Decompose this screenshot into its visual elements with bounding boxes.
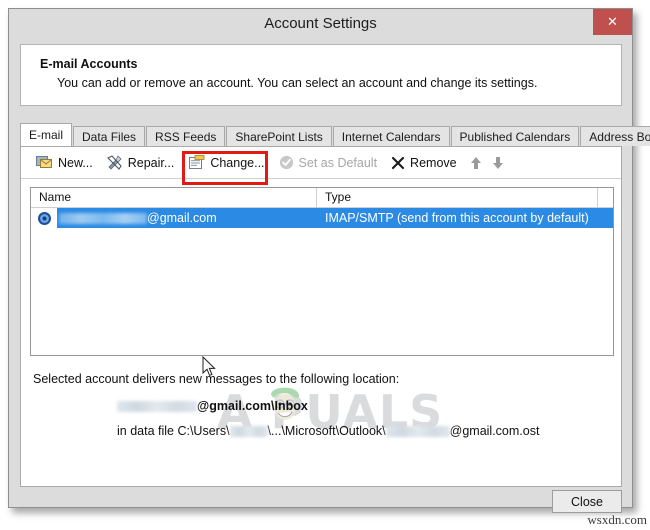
tab-data-files[interactable]: Data Files	[73, 126, 146, 146]
details-location-suffix: @gmail.com\Inbox	[197, 399, 308, 413]
list-header-row: Name Type	[31, 188, 613, 208]
details-datafile-middle: \...\Microsoft\Outlook\	[267, 424, 386, 438]
check-circle-icon	[279, 155, 294, 170]
repair-button-label: Repair...	[127, 155, 175, 170]
header-panel: E-mail Accounts You can add or remove an…	[20, 44, 622, 106]
new-mail-icon	[36, 155, 53, 170]
details-datafile-prefix: in data file C:\Users\	[117, 424, 230, 438]
redacted-username	[229, 425, 268, 437]
tab-email[interactable]: E-mail	[20, 123, 73, 146]
tab-internet-calendars[interactable]: Internet Calendars	[332, 126, 450, 146]
tab-sharepoint-lists[interactable]: SharePoint Lists	[226, 126, 332, 146]
new-button-label: New...	[58, 155, 93, 170]
screenshot-root: Account Settings ✕ E-mail Accounts You c…	[0, 0, 650, 530]
close-button[interactable]: Close	[552, 490, 622, 513]
header-title: E-mail Accounts	[40, 57, 138, 71]
table-row[interactable]: @gmail.com IMAP/SMTP (send from this acc…	[31, 208, 613, 228]
tab-published-calendars[interactable]: Published Calendars	[450, 126, 580, 146]
remove-x-icon	[391, 156, 405, 170]
remove-button[interactable]: Remove	[384, 150, 464, 176]
details-intro: Selected account delivers new messages t…	[33, 372, 400, 386]
details-datafile: in data file C:\Users\ \...\Microsoft\Ou…	[117, 424, 539, 438]
account-name-suffix: @gmail.com	[147, 211, 217, 225]
tab-rss-feeds[interactable]: RSS Feeds	[146, 126, 226, 146]
remove-button-label: Remove	[410, 155, 457, 170]
account-name-cell: @gmail.com	[57, 208, 317, 228]
change-button[interactable]: Change...	[181, 150, 271, 176]
move-down-arrow-icon[interactable]	[488, 151, 508, 175]
set-as-default-label: Set as Default	[298, 155, 378, 170]
repair-button[interactable]: Repair...	[100, 150, 182, 176]
details-datafile-suffix: @gmail.com.ost	[449, 424, 540, 438]
column-header-name[interactable]: Name	[31, 188, 317, 208]
close-x-icon[interactable]: ✕	[593, 9, 632, 35]
account-globe-icon	[31, 208, 57, 228]
details-location: @gmail.com\Inbox	[117, 399, 308, 413]
column-header-type[interactable]: Type	[317, 188, 598, 208]
accounts-list[interactable]: Name Type @gmail.com IMAP/SMTP (send fro…	[30, 187, 614, 356]
change-button-label: Change...	[210, 155, 265, 170]
tab-address-books[interactable]: Address Books	[580, 126, 650, 146]
set-as-default-button: Set as Default	[272, 150, 385, 176]
redacted-account-name	[59, 212, 147, 224]
header-description: You can add or remove an account. You ca…	[57, 76, 538, 90]
tab-strip: E-mail Data Files RSS Feeds SharePoint L…	[20, 123, 650, 146]
change-settings-icon	[188, 155, 205, 170]
account-settings-dialog: Account Settings ✕ E-mail Accounts You c…	[8, 8, 650, 513]
account-type-cell: IMAP/SMTP (send from this account by def…	[325, 211, 589, 225]
window-title: Account Settings	[264, 15, 377, 32]
title-bar: Account Settings ✕	[9, 9, 632, 43]
repair-tools-icon	[106, 155, 123, 170]
source-watermark: wsxdn.com	[587, 512, 647, 527]
email-tab-panel: New... Repair... Change... Set as Defaul…	[20, 146, 622, 487]
column-header-filler	[598, 188, 613, 208]
redacted-location-account	[117, 400, 197, 412]
new-button[interactable]: New...	[29, 150, 100, 176]
accounts-toolbar: New... Repair... Change... Set as Defaul…	[21, 147, 621, 185]
redacted-datafile-account	[385, 425, 450, 437]
move-up-arrow-icon[interactable]	[466, 151, 486, 175]
